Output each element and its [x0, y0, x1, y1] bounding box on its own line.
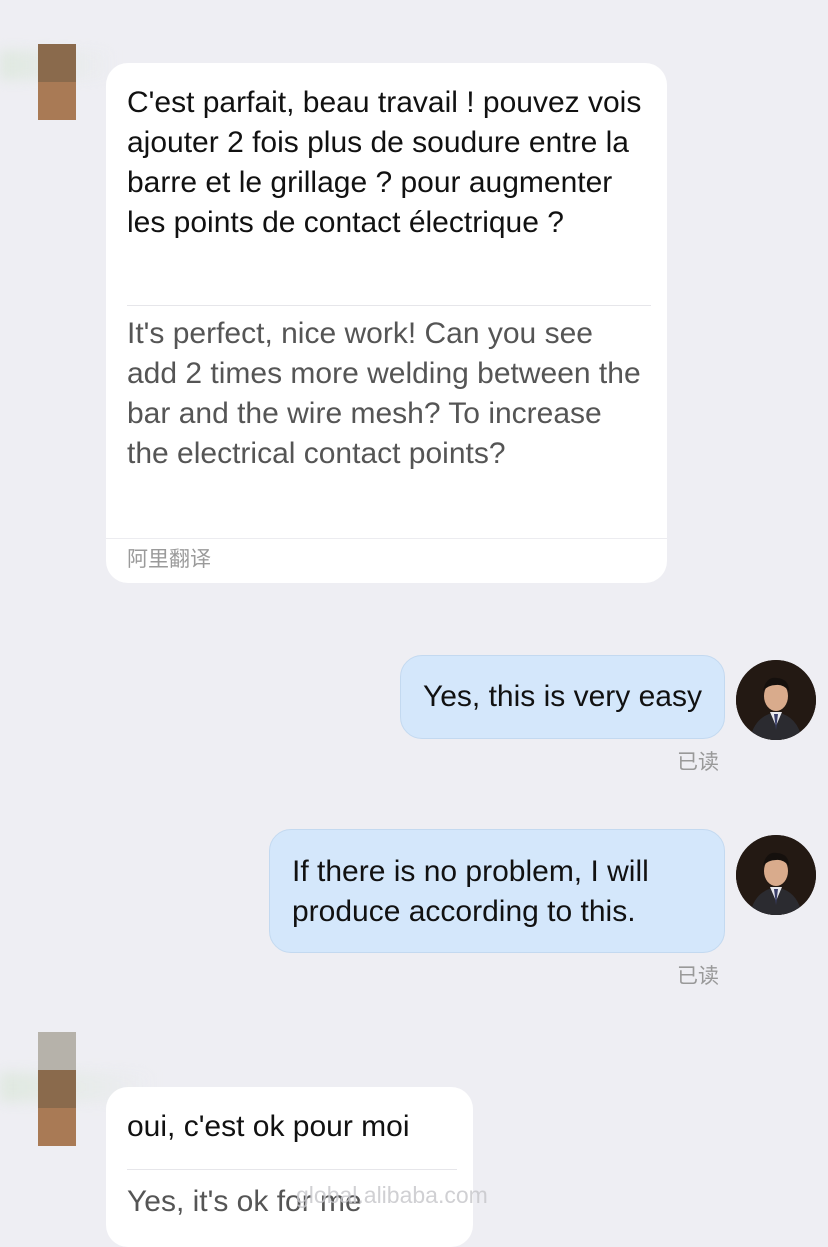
read-status: 已读: [677, 751, 719, 774]
message-text: Yes, this is very easy: [422, 680, 702, 713]
outgoing-message-bubble[interactable]: If there is no problem, I will produce a…: [269, 829, 725, 953]
user-photo-avatar-icon: [736, 660, 816, 740]
chat-thread[interactable]: C'est parfait, beau travail ! pouvez voi…: [0, 0, 828, 1247]
sender-avatar-blurred-icon[interactable]: [38, 1032, 76, 1146]
read-status: 已读: [677, 965, 719, 988]
sender-avatar-blurred-icon[interactable]: [38, 44, 76, 120]
outgoing-message-bubble[interactable]: Yes, this is very easy: [399, 655, 725, 739]
self-avatar-photo[interactable]: [736, 835, 816, 915]
message-original-text: C'est parfait, beau travail ! pouvez voi…: [127, 86, 642, 239]
message-text: If there is no problem, I will produce a…: [292, 855, 649, 928]
user-photo-avatar-icon: [736, 835, 816, 915]
message-translated-text: It's perfect, nice work! Can you see add…: [127, 317, 641, 470]
self-avatar-photo[interactable]: [736, 660, 816, 740]
message-original-text: oui, c'est ok pour moi: [127, 1110, 410, 1143]
watermark: global.alibaba.com: [296, 1182, 488, 1208]
incoming-message-bubble[interactable]: oui, c'est ok pour moi Yes, it's ok for …: [106, 1087, 473, 1247]
translator-label[interactable]: 阿里翻译: [106, 538, 667, 577]
incoming-message-bubble[interactable]: C'est parfait, beau travail ! pouvez voi…: [106, 63, 667, 583]
